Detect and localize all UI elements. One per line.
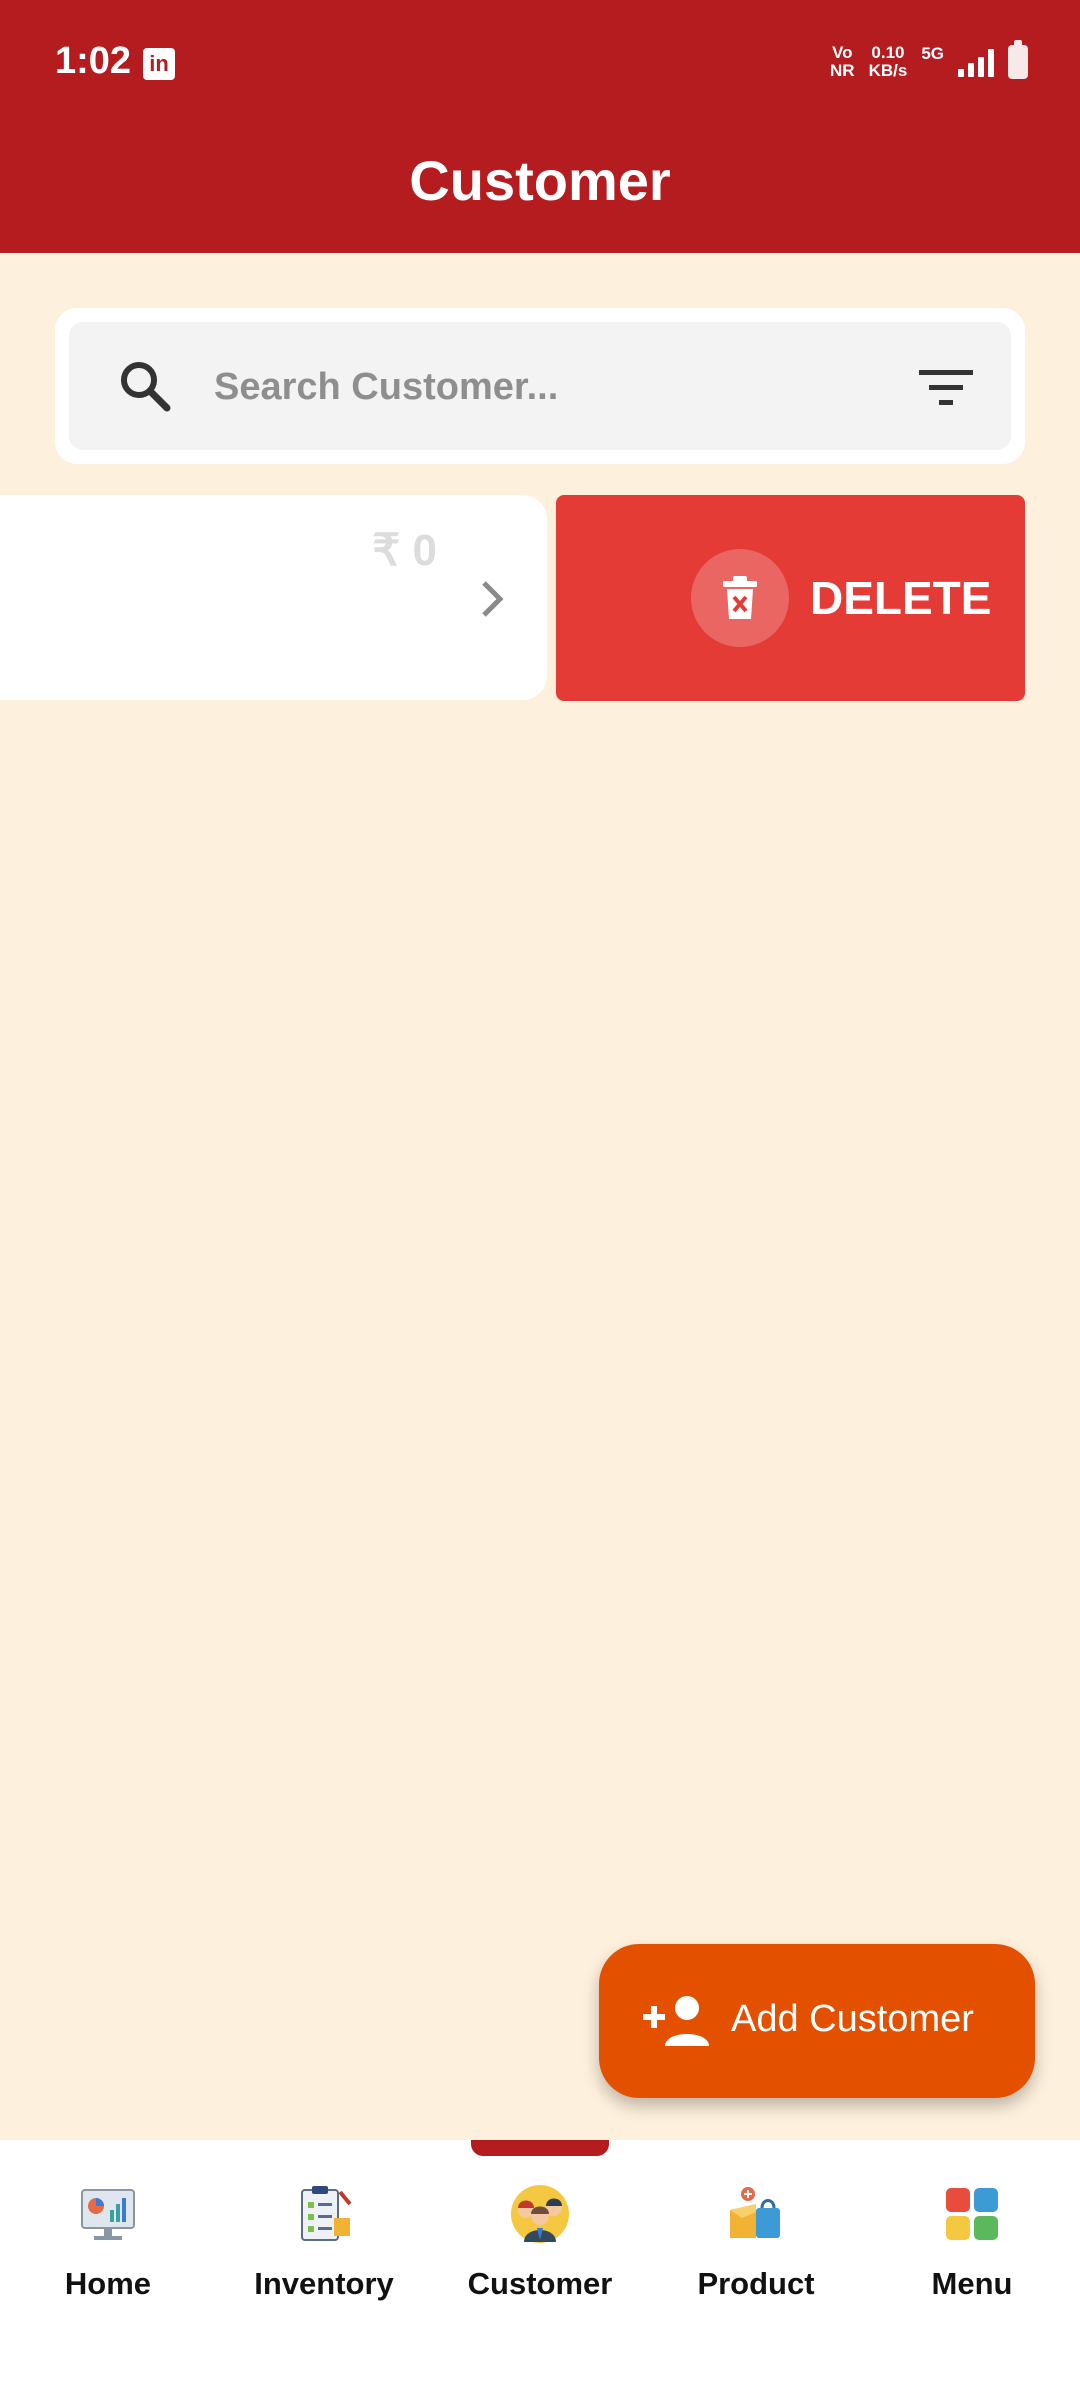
bottom-navigation: Home Inventory Customer Product Menu (0, 2140, 1080, 2408)
search-input[interactable]: Search Customer... (69, 322, 1011, 450)
linkedin-icon: in (143, 48, 175, 80)
product-box-icon (730, 2187, 780, 2238)
battery-icon (1008, 40, 1028, 79)
nav-item-inventory[interactable]: Inventory (216, 2140, 432, 2340)
search-placeholder: Search Customer... (214, 366, 559, 408)
add-customer-button[interactable]: Add Customer (599, 1944, 1035, 2098)
nav-label-customer: Customer (467, 2266, 613, 2301)
nav-label-home: Home (64, 2266, 152, 2301)
checklist-icon (301, 2186, 352, 2241)
signal-icon (958, 47, 994, 77)
grid-menu-icon (946, 2188, 998, 2240)
filter-icon[interactable] (919, 368, 973, 408)
delete-label: DELETE (810, 572, 992, 624)
page-title: Customer (409, 149, 671, 212)
trash-icon (723, 576, 757, 619)
customer-list-item[interactable]: ₹ 0 (0, 495, 547, 700)
delete-icon-circle (691, 549, 789, 647)
active-tab-indicator (471, 2140, 609, 2156)
dashboard-icon (81, 2189, 135, 2240)
status-time: 1:02 (55, 40, 132, 82)
network-type: 5G (921, 44, 944, 63)
person-add-icon (643, 1996, 709, 2046)
customers-icon (511, 2185, 569, 2243)
delete-button[interactable]: DELETE (556, 495, 1025, 701)
chevron-right-icon (482, 581, 504, 617)
network-speed: 0.10 KB/s (868, 43, 908, 80)
search-container: Search Customer... (55, 308, 1025, 464)
nav-label-product: Product (697, 2266, 815, 2301)
nav-item-product[interactable]: Product (648, 2140, 864, 2340)
nav-label-inventory: Inventory (254, 2266, 394, 2301)
nav-label-menu: Menu (931, 2266, 1013, 2301)
status-indicators: Vo NR 0.10 KB/s 5G (830, 40, 1028, 84)
app-header: 1:02 in Vo NR 0.10 KB/s 5G Customer (0, 0, 1080, 253)
volte-indicator: Vo NR (830, 43, 855, 80)
nav-item-customer[interactable]: Customer (432, 2140, 648, 2340)
customer-balance: ₹ 0 (372, 526, 437, 575)
search-icon (121, 362, 171, 412)
nav-item-menu[interactable]: Menu (864, 2140, 1080, 2340)
nav-item-home[interactable]: Home (0, 2140, 216, 2340)
add-customer-label: Add Customer (731, 1998, 974, 2040)
